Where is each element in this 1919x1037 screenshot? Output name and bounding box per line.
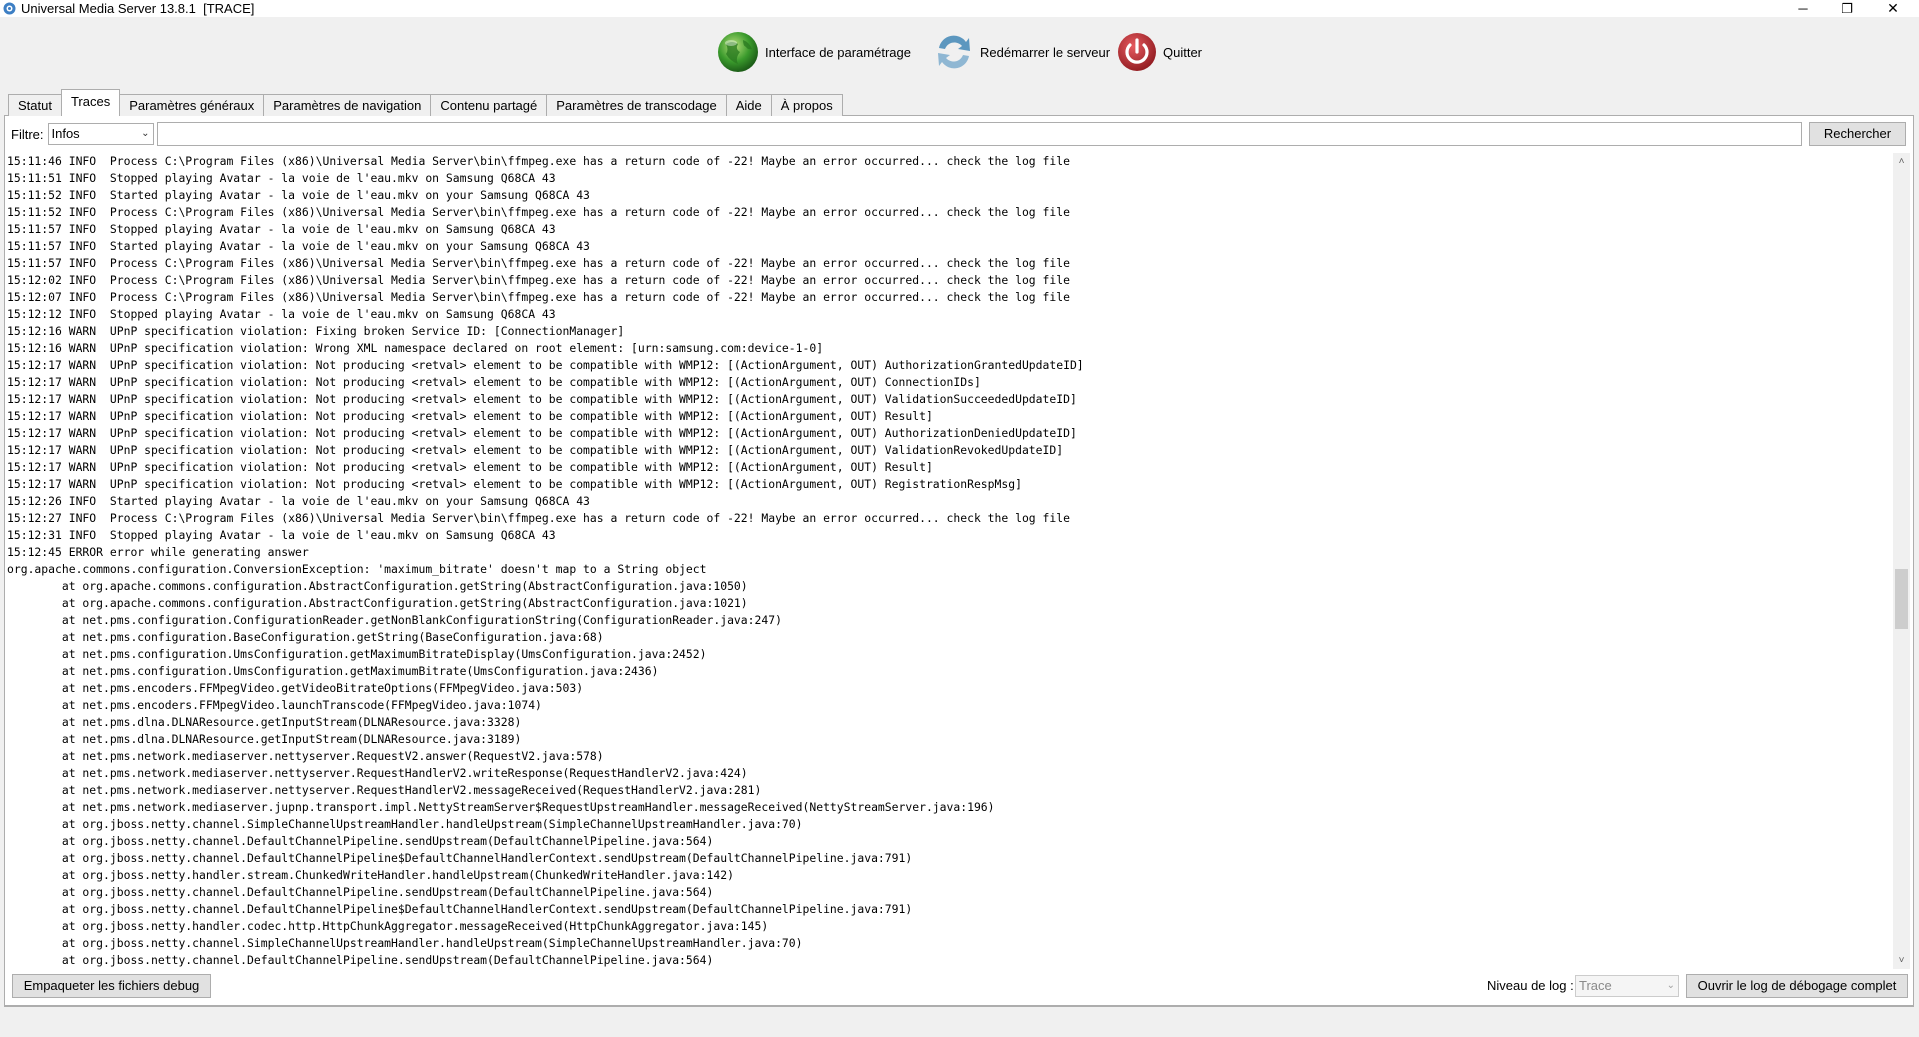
log-line: 15:11:46 INFO Process C:\Program Files (… [7, 154, 1070, 168]
log-line: at net.pms.network.mediaserver.nettyserv… [7, 766, 748, 780]
log-line: 15:11:57 INFO Process C:\Program Files (… [7, 256, 1070, 270]
log-line: 15:12:17 WARN UPnP specification violati… [7, 426, 1077, 440]
log-line: at net.pms.encoders.FFMpegVideo.getVideo… [7, 681, 584, 695]
tab-help[interactable]: Aide [725, 94, 772, 116]
log-line: at org.jboss.netty.channel.DefaultChanne… [7, 953, 714, 967]
log-line: 15:12:02 INFO Process C:\Program Files (… [7, 273, 1070, 287]
log-line: at net.pms.encoders.FFMpegVideo.launchTr… [7, 698, 542, 712]
log-line: at org.jboss.netty.channel.DefaultChanne… [7, 902, 913, 916]
filter-label: Filtre: [11, 126, 44, 142]
log-line: at net.pms.dlna.DLNAResource.getInputStr… [7, 732, 522, 746]
window-title: Universal Media Server 13.8.1 [TRACE] [21, 1, 255, 16]
scrollbar-thumb[interactable] [1895, 569, 1908, 629]
tab-navigation-settings[interactable]: Paramètres de navigation [263, 94, 432, 116]
refresh-icon [938, 35, 970, 69]
log-line: at net.pms.configuration.UmsConfiguratio… [7, 647, 707, 661]
log-line: 15:12:17 WARN UPnP specification violati… [7, 375, 981, 389]
tab-traces[interactable]: Traces [60, 89, 121, 116]
filter-select-value: Infos [51, 126, 80, 141]
log-text-area[interactable]: 15:11:46 INFO Process C:\Program Files (… [7, 153, 1893, 969]
log-line: at org.jboss.netty.channel.DefaultChanne… [7, 885, 714, 899]
log-line: at net.pms.configuration.UmsConfiguratio… [7, 664, 659, 678]
log-line: at net.pms.network.mediaserver.jupnp.tra… [7, 800, 995, 814]
quit-button[interactable]: Quitter [1116, 28, 1202, 76]
restart-server-button[interactable]: Redémarrer le serveur [933, 28, 1110, 76]
log-line: 15:11:52 INFO Started playing Avatar - l… [7, 188, 590, 202]
tab-about[interactable]: À propos [770, 94, 843, 116]
filter-row: Filtre: Infos ⌄ [11, 122, 154, 146]
tab-shared-content[interactable]: Contenu partagé [430, 94, 548, 116]
tab-transcoding-settings[interactable]: Paramètres de transcodage [546, 94, 727, 116]
log-line: 15:12:17 WARN UPnP specification violati… [7, 358, 1084, 372]
title-bar: Universal Media Server 13.8.1 [TRACE] [0, 0, 1919, 17]
log-line: 15:11:57 INFO Started playing Avatar - l… [7, 239, 590, 253]
close-icon[interactable]: ✕ [1872, 0, 1914, 17]
log-line: 15:11:52 INFO Process C:\Program Files (… [7, 205, 1070, 219]
log-line: at org.jboss.netty.channel.SimpleChannel… [7, 817, 803, 831]
log-line: 15:12:17 WARN UPnP specification violati… [7, 392, 1077, 406]
log-line: at net.pms.configuration.ConfigurationRe… [7, 613, 782, 627]
log-line: 15:12:17 WARN UPnP specification violati… [7, 477, 1022, 491]
chevron-down-icon: ⌄ [141, 128, 150, 139]
log-line: 15:12:27 INFO Process C:\Program Files (… [7, 511, 1070, 525]
log-line: at org.jboss.netty.handler.codec.http.Ht… [7, 919, 769, 933]
log-line: at net.pms.dlna.DLNAResource.getInputStr… [7, 715, 522, 729]
search-input[interactable] [157, 122, 1802, 146]
log-line: org.apache.commons.configuration.Convers… [7, 562, 707, 576]
tab-bar: Statut Traces Paramètres généraux Paramè… [8, 88, 843, 116]
scroll-up-icon[interactable]: ˄ [1893, 153, 1910, 170]
log-line: 15:11:57 INFO Stopped playing Avatar - l… [7, 222, 556, 236]
log-line: 15:12:16 WARN UPnP specification violati… [7, 324, 625, 338]
log-line: at org.jboss.netty.channel.SimpleChannel… [7, 936, 803, 950]
tab-general-settings[interactable]: Paramètres généraux [119, 94, 265, 116]
power-icon [1118, 33, 1156, 71]
log-line: 15:12:31 INFO Stopped playing Avatar - l… [7, 528, 556, 542]
log-line: 15:12:07 INFO Process C:\Program Files (… [7, 290, 1070, 304]
search-button[interactable]: Rechercher [1809, 122, 1906, 146]
log-line: 15:11:51 INFO Stopped playing Avatar - l… [7, 171, 556, 185]
log-line: 15:12:17 WARN UPnP specification violati… [7, 443, 1064, 457]
config-interface-label: Interface de paramétrage [765, 44, 911, 60]
config-interface-button[interactable]: Interface de paramétrage [716, 28, 911, 76]
loglevel-select-value: Trace [1579, 978, 1612, 993]
maximize-icon[interactable]: ❐ [1826, 0, 1868, 17]
log-line: 15:12:17 WARN UPnP specification violati… [7, 409, 933, 423]
bottom-divider [4, 1006, 1914, 1007]
ums-logo-icon [3, 2, 16, 15]
quit-label: Quitter [1163, 44, 1203, 60]
log-line: 15:12:45 ERROR error while generating an… [7, 545, 309, 559]
log-line: at net.pms.network.mediaserver.nettyserv… [7, 783, 762, 797]
tab-status[interactable]: Statut [8, 94, 62, 116]
pack-debug-files-button[interactable]: Empaqueter les fichiers debug [12, 974, 211, 998]
filter-select[interactable]: Infos ⌄ [47, 123, 154, 145]
log-line: at org.jboss.netty.channel.DefaultChanne… [7, 851, 913, 865]
log-line: 15:12:17 WARN UPnP specification violati… [7, 460, 933, 474]
scroll-down-icon[interactable]: ˅ [1893, 952, 1910, 969]
log-scrollbar[interactable]: ˄ ˅ [1893, 153, 1910, 969]
main-toolbar: Interface de paramétrage Redémarrer le s… [0, 28, 1919, 82]
log-line: 15:12:16 WARN UPnP specification violati… [7, 341, 824, 355]
restart-server-label: Redémarrer le serveur [980, 44, 1111, 60]
log-line: at net.pms.network.mediaserver.nettyserv… [7, 749, 604, 763]
chevron-down-icon: ⌄ [1666, 980, 1675, 991]
log-line: at org.apache.commons.configuration.Abst… [7, 596, 748, 610]
app-window: Universal Media Server 13.8.1 [TRACE] ─ … [0, 0, 1919, 1037]
loglevel-label: Niveau de log : [1487, 978, 1574, 993]
log-line: at org.jboss.netty.channel.DefaultChanne… [7, 834, 714, 848]
globe-icon [718, 32, 758, 72]
minimize-icon[interactable]: ─ [1782, 0, 1824, 17]
log-line: 15:12:12 INFO Stopped playing Avatar - l… [7, 307, 556, 321]
log-line: at org.jboss.netty.handler.stream.Chunke… [7, 868, 734, 882]
open-full-debug-log-button[interactable]: Ouvrir le log de débogage complet [1686, 974, 1908, 998]
log-line: 15:12:26 INFO Started playing Avatar - l… [7, 494, 590, 508]
log-line: at net.pms.configuration.BaseConfigurati… [7, 630, 604, 644]
loglevel-select[interactable]: Trace ⌄ [1575, 975, 1679, 997]
log-line: at org.apache.commons.configuration.Abst… [7, 579, 748, 593]
